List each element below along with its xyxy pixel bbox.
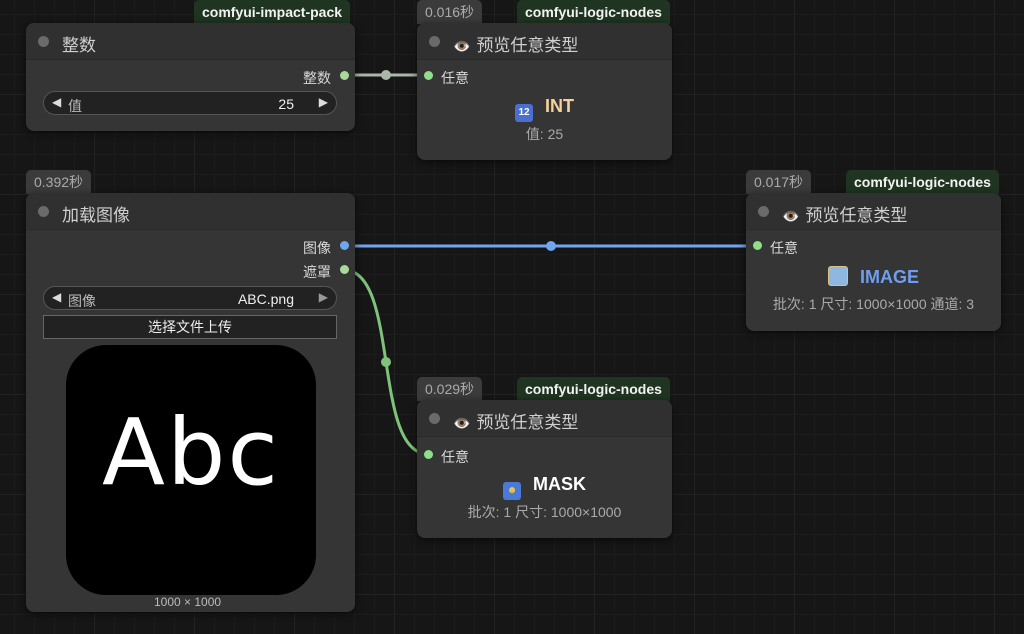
node-title-bar[interactable]: 👁️ 预览任意类型: [417, 23, 672, 60]
type-info: 批次: 1 尺寸: 1000×1000 通道: 3: [772, 296, 975, 312]
numbers-icon: 12: [515, 104, 533, 122]
node-title: 👁️ 预览任意类型: [453, 413, 579, 432]
theater-masks-icon: ☻: [503, 482, 521, 500]
preview-image-text: Abc: [102, 399, 280, 506]
node-source-badge: comfyui-logic-nodes: [517, 377, 670, 401]
previous-arrow-icon[interactable]: ◀: [52, 290, 61, 304]
widget-value[interactable]: ABC.png: [238, 291, 294, 307]
picture-icon: [827, 266, 848, 286]
int-link-midpoint[interactable]: [381, 70, 391, 80]
node-title: 整数: [62, 36, 96, 55]
collapse-dot[interactable]: [429, 36, 440, 47]
output-slot-label: 遮罩: [303, 264, 331, 280]
node-source-badge: comfyui-logic-nodes: [517, 0, 670, 24]
execution-time-badge: 0.017秒: [746, 170, 812, 194]
collapse-dot[interactable]: [758, 206, 769, 217]
image-link-midpoint[interactable]: [546, 241, 556, 251]
type-info: 值: 25: [525, 126, 564, 142]
node-source-badge: comfyui-impact-pack: [194, 0, 351, 24]
execution-time-badge: 0.392秒: [26, 170, 92, 194]
input-slot-any[interactable]: [424, 450, 433, 459]
collapse-dot[interactable]: [429, 413, 440, 424]
widget-label: 图像: [68, 293, 96, 309]
image-preview: Abc: [66, 345, 316, 595]
type-display: ☻ MASK: [417, 474, 672, 500]
type-display: 12 INT: [417, 96, 672, 122]
output-slot-label: 图像: [303, 240, 331, 256]
execution-time-badge: 0.029秒: [417, 377, 483, 401]
eye-icon: 👁️: [782, 208, 800, 224]
collapse-dot[interactable]: [38, 206, 49, 217]
node-title: 👁️ 预览任意类型: [453, 36, 579, 55]
output-slot-int[interactable]: [340, 71, 349, 80]
node-title: 加载图像: [62, 206, 130, 225]
image-select-widget[interactable]: ◀ 图像 ABC.png ▶: [43, 286, 337, 310]
type-display: IMAGE: [746, 266, 1001, 288]
decrement-arrow-icon[interactable]: ◀: [52, 95, 61, 109]
output-slot-label: 整数: [303, 70, 331, 86]
node-source-badge: comfyui-logic-nodes: [846, 170, 999, 194]
node-title: 👁️ 预览任意类型: [782, 206, 908, 225]
output-slot-image[interactable]: [340, 241, 349, 250]
upload-file-button[interactable]: 选择文件上传: [43, 315, 337, 339]
preview-int-node[interactable]: 👁️ 预览任意类型 任意 12 INT 值: 25: [417, 23, 672, 160]
input-slot-label: 任意: [441, 449, 469, 465]
input-slot-any[interactable]: [753, 241, 762, 250]
eye-icon: 👁️: [453, 38, 471, 54]
mask-link-midpoint[interactable]: [381, 357, 391, 367]
widget-label: 值: [68, 98, 82, 114]
node-title-bar[interactable]: 👁️ 预览任意类型: [746, 193, 1001, 230]
eye-icon: 👁️: [453, 415, 471, 431]
type-info: 批次: 1 尺寸: 1000×1000: [467, 504, 622, 520]
execution-time-badge: 0.016秒: [417, 0, 483, 24]
next-arrow-icon[interactable]: ▶: [319, 290, 328, 304]
integer-node[interactable]: 整数 整数 ◀ 值 25 ▶: [26, 23, 355, 131]
input-slot-label: 任意: [441, 70, 469, 86]
output-slot-mask[interactable]: [340, 265, 349, 274]
widget-value[interactable]: 25: [278, 96, 294, 112]
input-slot-any[interactable]: [424, 71, 433, 80]
collapse-dot[interactable]: [38, 36, 49, 47]
image-dimensions: 1000 × 1000: [154, 595, 222, 609]
increment-arrow-icon[interactable]: ▶: [319, 95, 328, 109]
preview-mask-node[interactable]: 👁️ 预览任意类型 任意 ☻ MASK 批次: 1 尺寸: 1000×1000: [417, 400, 672, 538]
value-widget[interactable]: ◀ 值 25 ▶: [43, 91, 337, 115]
preview-image-node[interactable]: 👁️ 预览任意类型 任意 IMAGE 批次: 1 尺寸: 1000×1000 通道…: [746, 193, 1001, 331]
node-title-bar[interactable]: 加载图像: [26, 193, 355, 230]
load-image-node[interactable]: 加载图像 图像 遮罩 ◀ 图像 ABC.png ▶ 选择文件上传 Abc 100…: [26, 193, 355, 612]
input-slot-label: 任意: [770, 240, 798, 256]
node-title-bar[interactable]: 整数: [26, 23, 355, 60]
node-title-bar[interactable]: 👁️ 预览任意类型: [417, 400, 672, 437]
